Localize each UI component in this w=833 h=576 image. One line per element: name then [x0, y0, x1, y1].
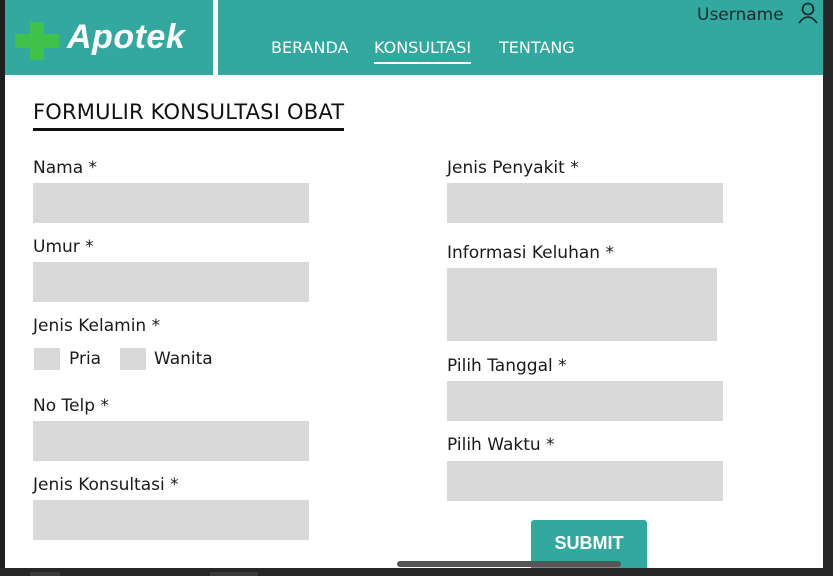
pharmacy-cross-icon: [15, 22, 59, 60]
wanita-checkbox[interactable]: [120, 348, 146, 370]
nama-input[interactable]: [33, 183, 309, 223]
pria-label: Pria: [69, 349, 102, 369]
window-bottom-edge: [0, 568, 833, 576]
nama-label: Nama *: [33, 158, 98, 178]
pilih-waktu-input[interactable]: [447, 461, 723, 501]
jenis-konsultasi-input[interactable]: [33, 500, 309, 540]
nav-beranda[interactable]: BERANDA: [271, 38, 348, 62]
jenis-penyakit-label: Jenis Penyakit *: [447, 158, 579, 178]
header-bar: Apotek BERANDA KONSULTASI TENTANG Userna…: [5, 0, 823, 75]
jenis-penyakit-input[interactable]: [447, 183, 723, 223]
umur-label: Umur *: [33, 237, 94, 257]
nav-tentang[interactable]: TENTANG: [499, 38, 575, 62]
app-window: Apotek BERANDA KONSULTASI TENTANG Userna…: [5, 0, 823, 568]
window-edge: [823, 0, 833, 576]
app-logo[interactable]: Apotek: [67, 18, 185, 57]
jenis-konsultasi-label: Jenis Konsultasi *: [33, 475, 179, 495]
no-telp-input[interactable]: [33, 421, 309, 461]
umur-input[interactable]: [33, 262, 309, 302]
wanita-label: Wanita: [154, 349, 213, 369]
informasi-keluhan-label: Informasi Keluhan *: [447, 243, 614, 263]
nav-konsultasi[interactable]: KONSULTASI: [374, 38, 472, 64]
taskbar-item[interactable]: [30, 572, 60, 576]
taskbar-item[interactable]: [210, 572, 258, 576]
jenis-kelamin-label: Jenis Kelamin *: [33, 316, 161, 336]
username-label[interactable]: Username: [697, 5, 784, 25]
form-title: FORMULIR KONSULTASI OBAT: [33, 100, 345, 131]
no-telp-label: No Telp *: [33, 396, 109, 416]
pilih-waktu-label: Pilih Waktu *: [447, 435, 555, 455]
pria-checkbox[interactable]: [34, 348, 60, 370]
pilih-tanggal-input[interactable]: [447, 381, 723, 421]
informasi-keluhan-textarea[interactable]: [447, 268, 717, 341]
header-divider: [213, 0, 218, 75]
horizontal-scrollbar[interactable]: [397, 561, 621, 567]
pilih-tanggal-label: Pilih Tanggal *: [447, 356, 567, 376]
user-icon[interactable]: [797, 2, 819, 24]
